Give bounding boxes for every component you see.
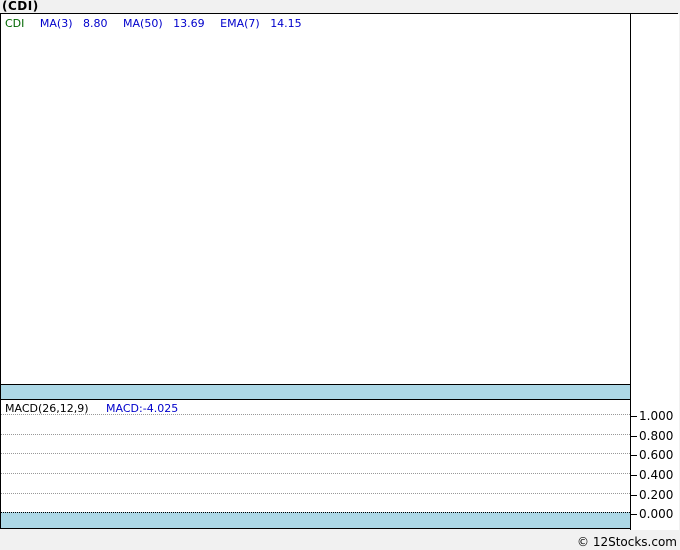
gridline-0.800 xyxy=(1,434,630,435)
price-panel: CDI MA(3) 8.80 MA(50) 13.69 EMA(7) 14.15 xyxy=(1,14,630,385)
chart-frame: CDI MA(3) 8.80 MA(50) 13.69 EMA(7) 14.15… xyxy=(0,13,679,530)
tick-mark xyxy=(631,415,637,417)
macd-panel: MACD(26,12,9) MACD:-4.025 xyxy=(1,400,630,512)
axis-tick-label: 0.000 xyxy=(639,507,674,521)
tick-mark xyxy=(631,435,637,437)
tick-mark xyxy=(631,454,637,456)
site-credit: © 12Stocks.com xyxy=(577,535,677,549)
symbol-label: CDI xyxy=(5,17,25,30)
footer-bar: © 12Stocks.com xyxy=(0,531,680,549)
axis-tick-label: 1.000 xyxy=(639,409,674,423)
axis-tick-row: 1.000 xyxy=(631,409,673,423)
axis-tick-row: 0.200 xyxy=(631,488,673,502)
ma3-label: MA(3) xyxy=(39,17,73,30)
ma3-value: 8.80 xyxy=(83,17,108,30)
price-legend: CDI MA(3) 8.80 MA(50) 13.69 EMA(7) 14.15 xyxy=(5,17,314,30)
plot-column: CDI MA(3) 8.80 MA(50) 13.69 EMA(7) 14.15… xyxy=(1,14,630,530)
right-axis-column: 1.000 0.800 0.600 0.400 0.200 0.000 xyxy=(631,14,679,530)
axis-tick-row: 0.600 xyxy=(631,448,673,462)
gridline-0.200 xyxy=(1,493,630,494)
date-axis-strip-top xyxy=(1,385,630,400)
ema7-value: 14.15 xyxy=(270,17,302,30)
axis-tick-label: 0.200 xyxy=(639,488,674,502)
date-axis-strip-bottom xyxy=(1,512,630,528)
axis-tick-label: 0.800 xyxy=(639,429,674,443)
axis-tick-label: 0.400 xyxy=(639,468,674,482)
tick-mark xyxy=(631,513,637,515)
tick-mark xyxy=(631,494,637,496)
chart-title: (CDI) xyxy=(2,0,39,13)
axis-tick-label: 0.600 xyxy=(639,448,674,462)
ma50-label: MA(50) xyxy=(123,17,163,30)
ema7-label: EMA(7) xyxy=(220,17,260,30)
gridline-0.400 xyxy=(1,473,630,474)
axis-tick-row: 0.000 xyxy=(631,507,673,521)
title-bar: (CDI) xyxy=(0,0,680,13)
axis-tick-row: 0.800 xyxy=(631,429,673,443)
macd-legend: MACD(26,12,9) MACD:-4.025 xyxy=(5,402,178,415)
macd-label: MACD(26,12,9) xyxy=(5,402,89,415)
gridline-0.600 xyxy=(1,453,630,454)
tick-mark xyxy=(631,474,637,476)
ma50-value: 13.69 xyxy=(173,17,205,30)
axis-tick-row: 0.400 xyxy=(631,468,673,482)
macd-value: MACD:-4.025 xyxy=(106,402,179,415)
